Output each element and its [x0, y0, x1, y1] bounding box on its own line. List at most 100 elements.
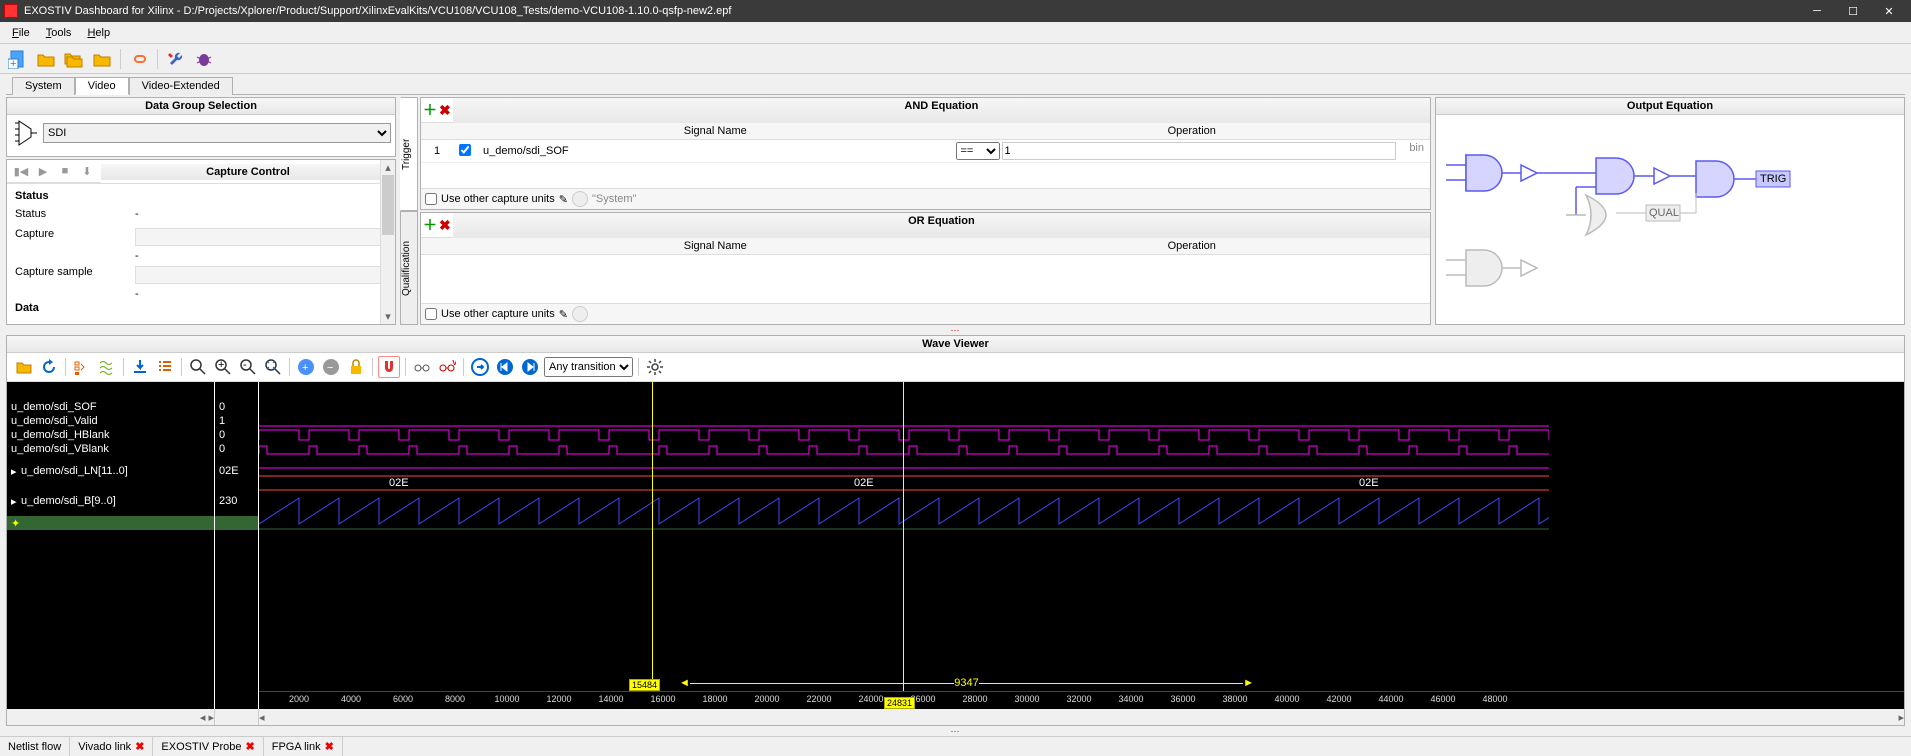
vtab-trigger[interactable]: Trigger [400, 97, 418, 211]
wave-settings-icon[interactable] [644, 356, 666, 378]
wave-magnet-icon[interactable] [378, 356, 400, 378]
wave-remove-circle-icon[interactable]: − [320, 356, 342, 378]
wave-refresh-icon[interactable] [38, 356, 60, 378]
wave-step-fwd-icon[interactable] [519, 356, 541, 378]
cursor-row-marker: ✦ [7, 516, 214, 530]
cursor-delta: 9347 [954, 677, 978, 689]
and-row-value-input[interactable] [1002, 142, 1397, 160]
wave-download-icon[interactable] [129, 356, 151, 378]
tab-system[interactable]: System [12, 77, 75, 95]
capture-download-icon[interactable]: ⬇ [77, 162, 97, 180]
save-icon[interactable] [90, 47, 114, 71]
status-label: Status [15, 208, 135, 220]
output-equation-header: Output Equation [1436, 98, 1904, 115]
capture-value-text: - [15, 250, 387, 262]
svg-text:v: v [452, 360, 456, 368]
signal-name[interactable]: u_demo/sdi_Valid [7, 414, 214, 428]
bug-icon[interactable] [192, 47, 216, 71]
wave-viewer-header: Wave Viewer [7, 336, 1904, 353]
vtab-qualification[interactable]: Qualification [400, 211, 418, 325]
and-row-enable-checkbox[interactable] [459, 144, 471, 156]
statusbar: Netlist flow Vivado link ✖ EXOSTIV Probe… [0, 736, 1911, 756]
tab-video-extended[interactable]: Video-Extended [129, 77, 233, 95]
svg-text:+: + [10, 58, 16, 69]
and-row-unit: bin [1398, 142, 1428, 160]
wrench-icon[interactable] [164, 47, 188, 71]
horizontal-splitter[interactable]: ⋯ [6, 327, 1905, 333]
wave-next-arrow-icon[interactable] [469, 356, 491, 378]
svg-text:02E: 02E [389, 477, 409, 489]
menu-file[interactable]: File [4, 25, 38, 41]
capture-scrollbar[interactable]: ▴ ▾ [380, 160, 395, 324]
wave-zoom-out-icon[interactable]: - [237, 356, 259, 378]
and-row-op-select[interactable]: == [956, 142, 1000, 160]
wave-ruler-bottom: 2000400060008000100001200014000160001800… [259, 691, 1904, 709]
data-group-select[interactable]: SDI [43, 123, 391, 143]
menu-help[interactable]: Help [79, 25, 118, 41]
wave-cursor-2[interactable] [903, 382, 904, 691]
svg-text:-: - [243, 359, 247, 371]
or-add-icon[interactable]: ＋ [423, 215, 437, 235]
link-icon[interactable] [127, 47, 151, 71]
wave-open-icon[interactable] [13, 356, 35, 378]
app-icon [4, 4, 18, 18]
wave-plot[interactable]: -10000-8000-6000-4000-200002000400060008… [259, 382, 1904, 709]
svg-text:02E: 02E [854, 477, 874, 489]
or-col-op: Operation [954, 238, 1431, 254]
status-fpga: FPGA link ✖ [264, 737, 343, 756]
wave-lock-icon[interactable] [345, 356, 367, 378]
wave-add-circle-icon[interactable]: + [295, 356, 317, 378]
signal-name[interactable]: u_demo/sdi_VBlank [7, 442, 214, 456]
wave-cursor-1[interactable] [652, 382, 653, 691]
close-button[interactable]: ✕ [1871, 0, 1907, 22]
minimize-button[interactable]: ─ [1799, 0, 1835, 22]
svg-text:TRIG: TRIG [1760, 173, 1786, 185]
signal-name[interactable]: u_demo/sdi_HBlank [7, 428, 214, 442]
or-use-other-checkbox[interactable] [425, 308, 437, 320]
open-folder-icon[interactable] [34, 47, 58, 71]
wave-glasses2-icon[interactable]: v [436, 356, 458, 378]
wave-hscrollbar[interactable]: ◂ ▸ ◂▸ [7, 709, 1904, 725]
and-add-icon[interactable]: ＋ [423, 100, 437, 120]
wave-zoom-fit-icon[interactable] [262, 356, 284, 378]
capture-play-icon[interactable]: ▶ [33, 162, 53, 180]
sample-label: Capture sample [15, 266, 135, 284]
wave-signals2-icon[interactable] [96, 356, 118, 378]
and-slash-icon[interactable] [572, 191, 588, 207]
new-doc-icon[interactable]: + [6, 47, 30, 71]
and-delete-icon[interactable]: ✖ [439, 102, 451, 119]
status-netlist: Netlist flow [0, 737, 70, 756]
wave-list-icon[interactable] [154, 356, 176, 378]
bottom-splitter[interactable]: ⋯ [6, 728, 1905, 734]
mux-icon [11, 119, 39, 147]
capture-stop-icon[interactable]: ■ [55, 162, 75, 180]
wave-transition-select[interactable]: Any transition [544, 357, 633, 377]
signal-name[interactable]: u_demo/sdi_SOF [7, 400, 214, 414]
open-folders-icon[interactable] [62, 47, 86, 71]
cursor1-label: 15484 [629, 679, 660, 691]
tab-video[interactable]: Video [75, 77, 129, 95]
and-use-other-checkbox[interactable] [425, 193, 437, 205]
or-delete-icon[interactable]: ✖ [439, 217, 451, 234]
maximize-button[interactable]: ☐ [1835, 0, 1871, 22]
or-edit-icon[interactable]: ✎ [559, 308, 568, 321]
and-equation-header: AND Equation [453, 98, 1430, 123]
menu-tools[interactable]: Tools [38, 25, 80, 41]
signal-name[interactable]: ▸u_demo/sdi_LN[11..0] [7, 456, 214, 486]
signal-value: 0 [215, 428, 258, 442]
capture-prev-icon[interactable]: ▮◀ [11, 162, 31, 180]
status-value: - [135, 208, 139, 220]
wave-zoom-icon[interactable] [187, 356, 209, 378]
capture-value-field [135, 228, 387, 246]
signal-value: 02E [215, 456, 258, 486]
and-use-other-label: Use other capture units [441, 193, 555, 205]
wave-zoom-in-icon[interactable]: + [212, 356, 234, 378]
wave-step-back-icon[interactable] [494, 356, 516, 378]
wave-signals1-icon[interactable] [71, 356, 93, 378]
or-slash-icon[interactable] [572, 306, 588, 322]
and-edit-icon[interactable]: ✎ [559, 193, 568, 206]
status-vivado: Vivado link ✖ [70, 737, 153, 756]
signal-name[interactable]: ▸u_demo/sdi_B[9..0] [7, 486, 214, 516]
signal-value: 0 [215, 400, 258, 414]
wave-glasses1-icon[interactable] [411, 356, 433, 378]
